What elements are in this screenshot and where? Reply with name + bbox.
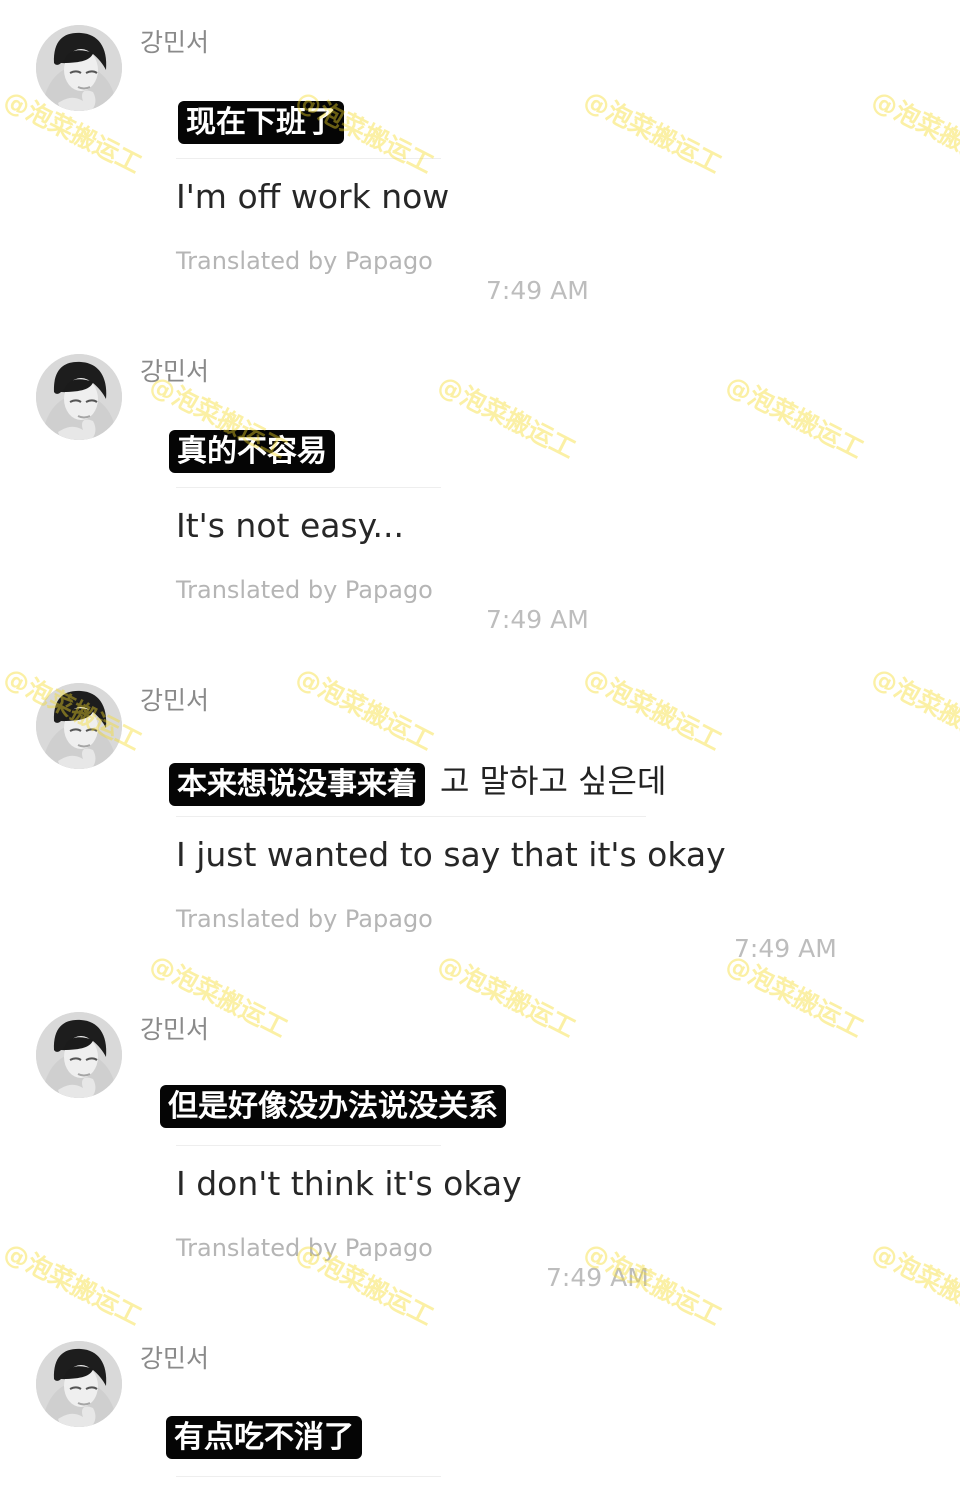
message-4: 강민서 但是好像没办法说没关系 I don't think it's okay … <box>0 987 960 1317</box>
chinese-subtitle: 本来想说没事来着 <box>169 763 425 806</box>
translated-message: I don't think it's okay <box>176 1164 522 1203</box>
translation-credit: Translated by Papago <box>176 1234 433 1262</box>
sender-name: 강민서 <box>140 686 210 715</box>
message-2: 강민서 真的不容易 It's not easy... Translated by… <box>0 329 960 659</box>
avatar-photo-icon <box>36 683 122 769</box>
message-divider <box>176 816 646 817</box>
sender-avatar[interactable] <box>36 1341 122 1427</box>
sender-name: 강민서 <box>140 28 210 57</box>
message-time: 7:49 AM <box>546 1263 649 1292</box>
message-1: 강민서 现在下班了 I'm off work now Translated by… <box>0 0 960 330</box>
chinese-subtitle: 但是好像没办法说没关系 <box>160 1085 506 1128</box>
sender-avatar[interactable] <box>36 25 122 111</box>
original-message: 고 말하고 싶은데 <box>440 762 667 800</box>
chat-screen: 강민서 现在下班了 I'm off work now Translated by… <box>0 0 960 1497</box>
message-time: 7:49 AM <box>486 276 589 305</box>
translation-credit: Translated by Papago <box>176 576 433 604</box>
message-divider <box>176 1476 441 1477</box>
translated-message: It's not easy... <box>176 506 404 545</box>
sender-avatar[interactable] <box>36 354 122 440</box>
message-divider <box>176 158 441 159</box>
chinese-subtitle: 真的不容易 <box>169 430 335 473</box>
avatar-photo-icon <box>36 1341 122 1427</box>
avatar-photo-icon <box>36 25 122 111</box>
translated-message: I'm off work now <box>176 177 450 216</box>
avatar-photo-icon <box>36 1012 122 1098</box>
chinese-subtitle: 有点吃不消了 <box>166 1416 362 1459</box>
message-divider <box>176 1145 441 1146</box>
sender-name: 강민서 <box>140 357 210 386</box>
chinese-subtitle: 现在下班了 <box>178 101 344 144</box>
sender-avatar[interactable] <box>36 1012 122 1098</box>
message-time: 7:49 AM <box>486 605 589 634</box>
message-divider <box>176 487 441 488</box>
translation-credit: Translated by Papago <box>176 905 433 933</box>
translation-credit: Translated by Papago <box>176 247 433 275</box>
sender-name: 강민서 <box>140 1344 210 1373</box>
message-time: 7:49 AM <box>734 934 837 963</box>
message-5: 강민서 有点吃不消了 <box>0 1316 960 1497</box>
translated-message: I just wanted to say that it's okay <box>176 835 726 874</box>
sender-name: 강민서 <box>140 1015 210 1044</box>
avatar-photo-icon <box>36 354 122 440</box>
message-3: 강민서 고 말하고 싶은데 本来想说没事来着 I just wanted to … <box>0 658 960 988</box>
sender-avatar[interactable] <box>36 683 122 769</box>
